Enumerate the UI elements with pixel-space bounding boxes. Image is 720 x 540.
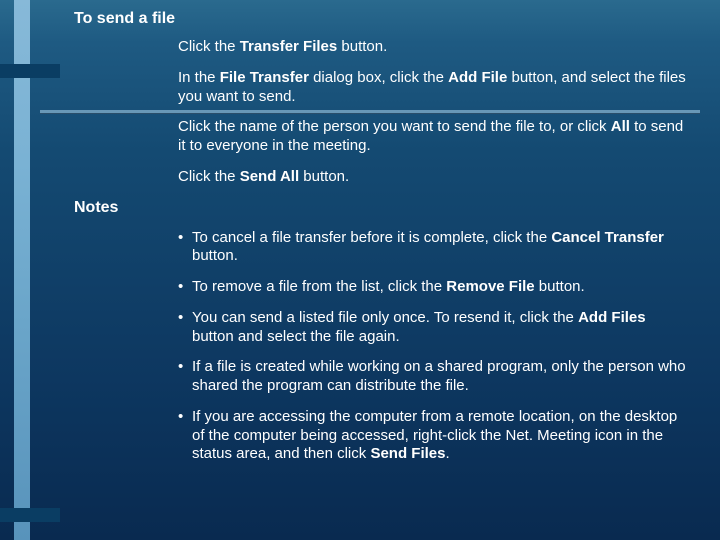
accent-bar-bottom: [0, 508, 60, 522]
note-item: If a file is created while working on a …: [178, 358, 689, 396]
note-item: If you are accessing the computer from a…: [178, 408, 689, 464]
left-accent-stripe: [14, 0, 30, 540]
notes-heading: Notes: [74, 199, 689, 217]
slide: To send a file Click the Transfer Files …: [0, 0, 720, 540]
section-heading: To send a file: [74, 10, 689, 28]
note-item: To remove a file from the list, click th…: [178, 278, 689, 297]
step-item: Click the Transfer Files button.: [178, 38, 689, 57]
note-item: You can send a listed file only once. To…: [178, 309, 689, 347]
step-item: In the File Transfer dialog box, click t…: [178, 69, 689, 107]
steps-list: Click the Transfer Files button. In the …: [178, 38, 689, 187]
note-item: To cancel a file transfer before it is c…: [178, 229, 689, 267]
step-item: Click the name of the person you want to…: [178, 118, 689, 156]
step-item: Click the Send All button.: [178, 168, 689, 187]
content-area: To send a file Click the Transfer Files …: [74, 10, 689, 476]
accent-bar-top: [0, 64, 60, 78]
notes-list: To cancel a file transfer before it is c…: [178, 229, 689, 465]
